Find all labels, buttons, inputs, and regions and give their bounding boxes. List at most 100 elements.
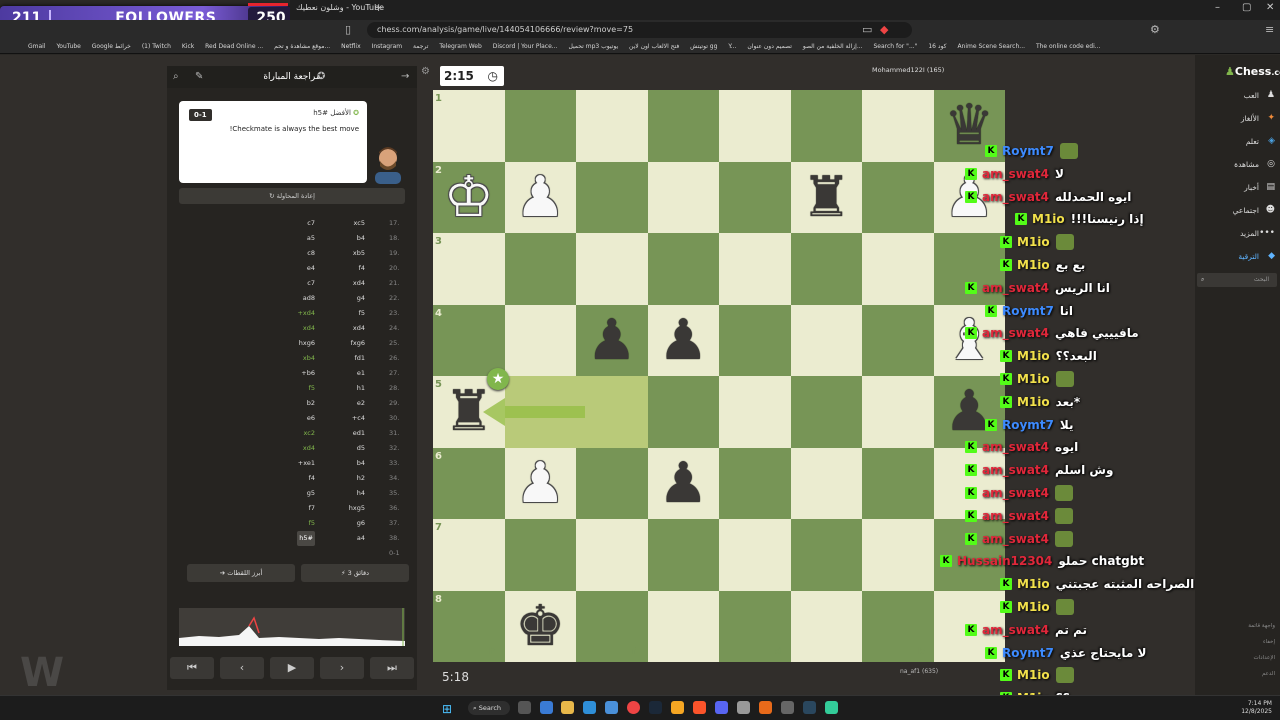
board-square[interactable] xyxy=(719,447,791,519)
black-move[interactable]: b2 xyxy=(307,396,315,411)
white-move[interactable]: fd1 xyxy=(354,351,365,366)
bookmark[interactable]: Kick xyxy=(182,40,194,53)
board-square[interactable] xyxy=(504,304,576,376)
board-square[interactable] xyxy=(433,90,505,162)
chat-username[interactable]: Roymt7 xyxy=(1002,304,1054,318)
chat-username[interactable]: M1io xyxy=(1017,235,1050,249)
board-square[interactable] xyxy=(576,376,648,448)
vlc-icon[interactable] xyxy=(759,701,772,714)
white-move[interactable]: b4 xyxy=(357,231,365,246)
sidebar-item-upgrade[interactable]: الترقية ◆ xyxy=(1207,251,1277,261)
black-move[interactable]: f5 xyxy=(309,381,315,396)
bookmark[interactable]: ترجمة xyxy=(413,40,428,53)
minimize-icon[interactable]: – xyxy=(1215,2,1220,13)
white-move[interactable]: d5 xyxy=(357,441,365,456)
white-move[interactable]: xd4 xyxy=(353,321,365,336)
board-square[interactable] xyxy=(504,90,576,162)
board-square[interactable] xyxy=(790,90,862,162)
chat-username[interactable]: M1io xyxy=(1017,349,1050,363)
board-square[interactable] xyxy=(719,304,791,376)
store-icon[interactable] xyxy=(605,701,618,714)
settings-gear-icon[interactable]: ⚙ xyxy=(421,66,430,77)
chat-username[interactable]: Roymt7 xyxy=(1002,144,1054,158)
black-move[interactable]: xb4 xyxy=(303,351,315,366)
white-move[interactable]: +c4 xyxy=(352,411,365,426)
retry-button[interactable]: ↻ إعادة المحاولة xyxy=(179,188,405,204)
white-move[interactable]: h1 xyxy=(357,381,365,396)
chat-username[interactable]: am_swat4 xyxy=(982,486,1049,500)
white-move[interactable]: e2 xyxy=(357,396,365,411)
bookmark[interactable]: موقع مشاهدة و تحم... xyxy=(274,40,330,53)
windows-start-icon[interactable]: ⊞ xyxy=(442,702,452,716)
board-square[interactable] xyxy=(719,90,791,162)
chat-username[interactable]: am_swat4 xyxy=(982,167,1049,181)
black-move[interactable]: xc2 xyxy=(304,426,315,441)
black-move[interactable]: +b6 xyxy=(301,366,315,381)
board-square[interactable] xyxy=(862,233,934,305)
bookmark[interactable]: (1) Twitch xyxy=(142,40,171,53)
bookmark[interactable]: Y... xyxy=(728,40,736,53)
url-field[interactable]: chess.com/analysis/game/live/14405410666… xyxy=(367,22,912,38)
key-moments-button[interactable]: ➔ أبرز اللقطات xyxy=(187,564,295,582)
bookmark[interactable]: توتيتش gg xyxy=(690,40,717,53)
board-square[interactable] xyxy=(433,447,505,519)
black-move[interactable]: c7 xyxy=(307,276,315,291)
copilot-icon[interactable] xyxy=(540,701,553,714)
board-square[interactable] xyxy=(504,233,576,305)
black-rook-icon[interactable]: ♜ xyxy=(791,162,863,234)
time-button[interactable]: ⚡ 3 دقائق xyxy=(301,564,409,582)
last-move-button[interactable]: ⏭ xyxy=(370,657,414,679)
white-move[interactable]: g4 xyxy=(357,291,365,306)
board-square[interactable] xyxy=(862,519,934,591)
browser-tab[interactable]: وشلون نعطيك - YouTube xyxy=(296,3,384,12)
brave-icon[interactable] xyxy=(693,701,706,714)
obs-icon[interactable] xyxy=(781,701,794,714)
black-move[interactable]: f7 xyxy=(309,501,315,516)
app-icon[interactable] xyxy=(671,701,684,714)
white-move[interactable]: g6 xyxy=(357,516,365,531)
board-square[interactable] xyxy=(719,519,791,591)
sidebar-item-puzzles[interactable]: الألغاز ✦ xyxy=(1207,113,1277,123)
board-square[interactable] xyxy=(790,519,862,591)
chess-board[interactable]: 12345678hgfedcb♛♔♟♜♟♟♟♝♜♟♟♟♚★ xyxy=(433,90,1005,662)
new-tab-button[interactable]: + xyxy=(374,1,383,14)
white-move[interactable]: xd4 xyxy=(353,276,365,291)
board-square[interactable] xyxy=(647,376,719,448)
board-square[interactable] xyxy=(576,233,648,305)
bookmark[interactable]: Instagram xyxy=(372,40,403,53)
chat-username[interactable]: am_swat4 xyxy=(982,532,1049,546)
sidebar-footer-collapse[interactable]: إخفاء xyxy=(1205,639,1275,645)
sidebar-item-news[interactable]: أخبار ▤ xyxy=(1207,182,1277,192)
board-square[interactable] xyxy=(504,376,576,448)
white-move[interactable]: h2 xyxy=(357,471,365,486)
board-square[interactable] xyxy=(576,519,648,591)
bookmark[interactable]: تحميل mp3 يوتيوب xyxy=(568,40,618,53)
board-square[interactable] xyxy=(647,233,719,305)
board-square[interactable] xyxy=(433,304,505,376)
chat-username[interactable]: M1io xyxy=(1017,600,1050,614)
black-move[interactable]: a5 xyxy=(307,231,315,246)
sidebar-search-input[interactable]: ⌕ البحث xyxy=(1197,273,1277,287)
black-move[interactable]: +xe1 xyxy=(298,456,315,471)
chat-username[interactable]: Hussain12304 xyxy=(957,554,1052,568)
board-square[interactable] xyxy=(790,447,862,519)
black-pawn-icon[interactable]: ♟ xyxy=(648,305,720,377)
sidebar-item-learn[interactable]: تعلم ◈ xyxy=(1207,136,1277,146)
board-square[interactable] xyxy=(719,233,791,305)
board-square[interactable] xyxy=(862,90,934,162)
first-move-button[interactable]: ⏮ xyxy=(170,657,214,679)
board-square[interactable] xyxy=(433,233,505,305)
chat-username[interactable]: am_swat4 xyxy=(982,190,1049,204)
chrome-icon[interactable] xyxy=(627,701,640,714)
chesscom-logo[interactable]: ♟Chess.com xyxy=(1225,65,1280,78)
sidebar-footer-theme[interactable]: واجهة قاتمة xyxy=(1205,623,1275,629)
arrow-right-icon[interactable]: → xyxy=(401,66,409,88)
file-explorer-icon[interactable] xyxy=(561,701,574,714)
maximize-icon[interactable]: ▢ xyxy=(1242,2,1251,13)
close-icon[interactable]: ✕ xyxy=(1266,2,1274,13)
black-move[interactable]: e6 xyxy=(307,411,315,426)
white-pawn-icon[interactable]: ♟ xyxy=(505,162,577,234)
black-move[interactable]: e4 xyxy=(307,261,315,276)
board-square[interactable] xyxy=(790,233,862,305)
taskbar-clock[interactable]: 7:14 PM 12/8/2025 xyxy=(1222,700,1272,716)
